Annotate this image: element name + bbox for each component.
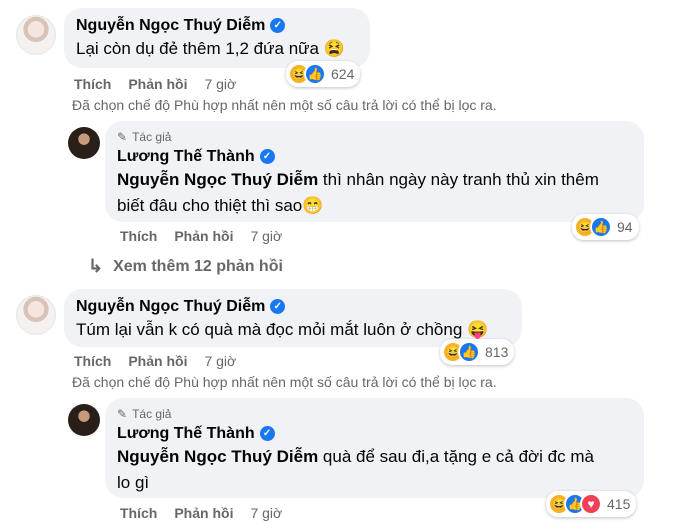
reaction-summary[interactable]: 😆 👍 94 xyxy=(572,214,639,240)
verified-badge-icon: ✓ xyxy=(270,18,286,33)
reaction-count: 415 xyxy=(607,496,631,512)
reply-action[interactable]: Phản hồi xyxy=(128,353,187,369)
comment-actions: Thích Phản hồi 7 giờ xyxy=(74,76,236,92)
view-more-replies-label: Xem thêm 12 phản hồi xyxy=(113,257,283,275)
reply-author[interactable]: Lương Thế Thành xyxy=(117,423,255,444)
reply-timestamp[interactable]: 7 giờ xyxy=(250,505,282,521)
comment-text: Túm lại vẫn k có quà mà đọc mỏi mắt luôn… xyxy=(76,320,489,339)
comment-author[interactable]: Nguyễn Ngọc Thuý Diễm xyxy=(76,296,265,317)
reply-actions: Thích Phản hồi 7 giờ xyxy=(120,228,282,244)
reply-author-avatar[interactable] xyxy=(68,127,100,159)
reply-text: quà để sau đi,a tặng e cả đời đc mà xyxy=(322,447,594,466)
author-role-label: Tác giả xyxy=(132,407,172,421)
reply-bubble: ✎ Tác giả Lương Thế Thành ✓ Nguyễn Ngọc … xyxy=(105,398,644,498)
view-more-replies[interactable]: ↳ Xem thêm 12 phản hồi xyxy=(88,256,283,277)
mention-link[interactable]: Nguyễn Ngọc Thuý Diễm xyxy=(117,447,318,466)
like-action[interactable]: Thích xyxy=(120,505,157,521)
reply-author-avatar[interactable] xyxy=(68,404,100,436)
reaction-summary[interactable]: 😆 👍 624 xyxy=(286,61,361,87)
reply-bubble: ✎ Tác giả Lương Thế Thành ✓ Nguyễn Ngọc … xyxy=(105,121,644,222)
verified-badge-icon: ✓ xyxy=(270,299,286,314)
verified-badge-icon: ✓ xyxy=(259,426,275,441)
reaction-summary[interactable]: 😆 👍 ♥ 415 xyxy=(546,491,637,517)
reply-text-continued: biết đâu cho thiệt thì sao😁 xyxy=(117,196,324,215)
reaction-summary[interactable]: 😆 👍 813 xyxy=(440,339,515,365)
comment-timestamp[interactable]: 7 giờ xyxy=(204,76,236,92)
like-action[interactable]: Thích xyxy=(74,76,111,92)
commenter-avatar[interactable] xyxy=(16,15,56,55)
love-reaction-icon: ♥ xyxy=(580,493,602,515)
pen-icon: ✎ xyxy=(117,407,128,421)
like-action[interactable]: Thích xyxy=(74,353,111,369)
reaction-count: 813 xyxy=(485,344,509,360)
reaction-count: 94 xyxy=(617,219,633,235)
reply-actions: Thích Phản hồi 7 giờ xyxy=(120,505,282,521)
verified-badge-icon: ✓ xyxy=(259,149,275,164)
comment-text: Lại còn dụ đẻ thêm 1,2 đứa nữa 😫 xyxy=(76,39,345,58)
comment-bubble: Nguyễn Ngọc Thuý Diễm ✓ Lại còn dụ đẻ th… xyxy=(64,8,370,68)
reply-action[interactable]: Phản hồi xyxy=(174,228,233,244)
reply-action[interactable]: Phản hồi xyxy=(128,76,187,92)
like-reaction-icon: 👍 xyxy=(304,63,326,85)
reply-timestamp[interactable]: 7 giờ xyxy=(250,228,282,244)
like-action[interactable]: Thích xyxy=(120,228,157,244)
like-reaction-icon: 👍 xyxy=(458,341,480,363)
comment-timestamp[interactable]: 7 giờ xyxy=(204,353,236,369)
comment-author[interactable]: Nguyễn Ngọc Thuý Diễm xyxy=(76,15,265,36)
reply-arrow-icon: ↳ xyxy=(88,256,104,276)
reply-author[interactable]: Lương Thế Thành xyxy=(117,146,255,167)
pen-icon: ✎ xyxy=(117,130,128,144)
author-role-label: Tác giả xyxy=(132,130,172,144)
comment-actions: Thích Phản hồi 7 giờ xyxy=(74,353,236,369)
filter-notice: Đã chọn chế độ Phù hợp nhất nên một số c… xyxy=(72,97,497,113)
like-reaction-icon: 👍 xyxy=(590,216,612,238)
mention-link[interactable]: Nguyễn Ngọc Thuý Diễm xyxy=(117,170,318,189)
reply-text: thì nhân ngày này tranh thủ xin thêm xyxy=(322,170,599,189)
reaction-count: 624 xyxy=(331,66,355,82)
commenter-avatar[interactable] xyxy=(16,295,56,335)
filter-notice: Đã chọn chế độ Phù hợp nhất nên một số c… xyxy=(72,374,497,390)
reply-action[interactable]: Phản hồi xyxy=(174,505,233,521)
